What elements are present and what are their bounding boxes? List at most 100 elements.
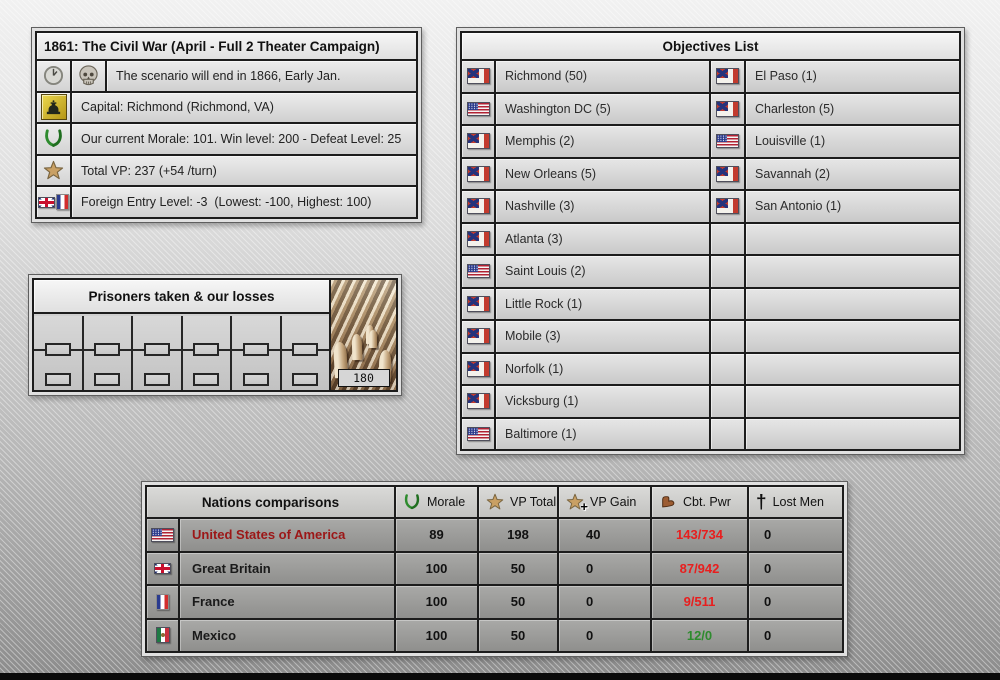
objective-row: Memphis (2) Louisville (1) [462,126,959,159]
confederate-flag-icon [466,133,490,150]
scenario-icon-cell [72,61,107,91]
objective-entry[interactable]: Atlanta (3) [496,223,711,254]
scenario-info-panel: 1861: The Civil War (April - Full 2 Thea… [31,27,422,223]
laurel-icon [43,128,64,149]
losses-column [84,316,133,390]
objective-entry[interactable]: El Paso (1) [746,61,959,92]
objective-flag-cell [711,353,746,384]
nation-morale-value: 100 [396,619,479,651]
objective-entry[interactable]: Richmond (50) [496,61,711,92]
confederate-flag-icon [466,360,490,377]
objective-flag-cell [711,126,746,157]
objective-flag-cell [462,321,496,352]
objective-entry[interactable]: Little Rock (1) [496,288,711,319]
confederate-flag-icon [716,68,739,85]
objective-entry[interactable]: Norfolk (1) [496,353,711,384]
objective-flag-cell [711,386,746,417]
column-header-vp-total: VP Total [479,487,559,517]
objectives-list-title: Objectives List [462,33,959,61]
column-header-morale: Morale [396,487,479,517]
scenario-row: Our current Morale: 101. Win level: 200 … [37,122,416,154]
objective-flag-cell [711,191,746,222]
uk-flag-icon [154,562,171,574]
loss-slot [94,373,121,386]
losses-grid [34,316,329,390]
objective-row: Mobile (3) [462,321,959,354]
objective-entry[interactable]: Nashville (3) [496,191,711,222]
confederate-flag-icon [466,230,490,247]
objective-entry[interactable]: Savannah (2) [746,158,959,189]
objectives-frame: Objectives List Richmond (50) El Paso (1)… [460,31,961,451]
objective-row: Nashville (3) San Antonio (1) [462,191,959,224]
objective-flag-cell [462,353,496,384]
nation-vp-total-value: 50 [479,586,559,618]
confederate-flag-icon [716,100,739,117]
objective-entry[interactable]: Washington DC (5) [496,93,711,124]
objective-row: Norfolk (1) [462,353,959,386]
nation-combat-power-value: 87/942 [652,552,749,584]
nation-name: France [180,586,396,618]
objective-entry[interactable]: New Orleans (5) [496,158,711,189]
loss-slot [292,342,319,356]
losses-column [232,316,282,390]
objective-entry [746,386,959,417]
nation-flag-cell [147,619,180,651]
nation-flag-cell [147,552,180,584]
bottom-black-bar [0,673,1000,680]
column-header-vp-gain: + VP Gain [559,487,652,517]
objective-entry[interactable]: Mobile (3) [496,321,711,352]
column-header-label: Lost Men [772,495,824,509]
objective-entry[interactable]: Saint Louis (2) [496,256,711,287]
objective-flag-cell [711,418,746,449]
objective-row: Vicksburg (1) [462,386,959,419]
objective-entry[interactable]: Vicksburg (1) [496,386,711,417]
nation-name: United States of America [180,519,396,551]
objective-flag-cell [711,288,746,319]
gravestone-shape [351,333,363,361]
scenario-row-text: Foreign Entry Level: -3 (Lowest: -100, H… [72,187,416,217]
loss-slot [242,373,269,386]
us-flag-icon [466,426,490,441]
objective-entry [746,288,959,319]
scenario-row: Capital: Richmond (Richmond, VA) [37,90,416,123]
loss-slot [94,342,121,356]
nation-combat-power-value: 9/511 [652,586,749,618]
objective-entry [746,353,959,384]
star-plus-icon: + [566,493,588,513]
objective-flag-cell [462,61,496,92]
confederate-flag-icon [466,295,490,312]
nations-rows: United States of America 89 198 40 143/734 0 G… [147,519,842,651]
nation-lost-men-value: 0 [749,552,842,584]
objective-entry [746,321,959,352]
nation-combat-power-value: 12/0 [652,619,749,651]
column-header-label: VP Gain [590,495,637,509]
objective-entry[interactable]: Charleston (5) [746,93,959,124]
scenario-title: 1861: The Civil War (April - Full 2 Thea… [37,33,416,59]
confederate-flag-icon [716,198,739,215]
objective-flag-cell [462,223,496,254]
objective-entry[interactable]: Baltimore (1) [496,418,711,449]
nation-combat-power-value: 143/734 [652,519,749,551]
capitol-icon [40,94,67,121]
objective-row: Saint Louis (2) [462,256,959,289]
laurel-icon [403,493,421,511]
gravestone-shape [369,330,377,348]
scenario-row: Foreign Entry Level: -3 (Lowest: -100, H… [37,185,416,217]
objective-entry [746,256,959,287]
scenario-row-text: The scenario will end in 1866, Early Jan… [107,61,416,91]
cemetery-image: 180 [329,280,396,390]
objective-flag-cell [462,93,496,124]
objective-entry[interactable]: Memphis (2) [496,126,711,157]
objective-entry[interactable]: San Antonio (1) [746,191,959,222]
loss-slot [44,342,71,356]
us-flag-icon [466,264,490,279]
objective-flag-cell [462,158,496,189]
france-flag-icon [56,194,69,211]
objective-entry[interactable]: Louisville (1) [746,126,959,157]
plus-glyph: + [580,499,588,514]
star-icon [486,493,504,511]
objective-flag-cell [711,223,746,254]
objectives-list-panel: Objectives List Richmond (50) El Paso (1)… [456,27,965,455]
column-header-lost-men: † Lost Men [749,487,842,517]
nation-row: Mexico 100 50 0 12/0 0 [147,619,842,651]
